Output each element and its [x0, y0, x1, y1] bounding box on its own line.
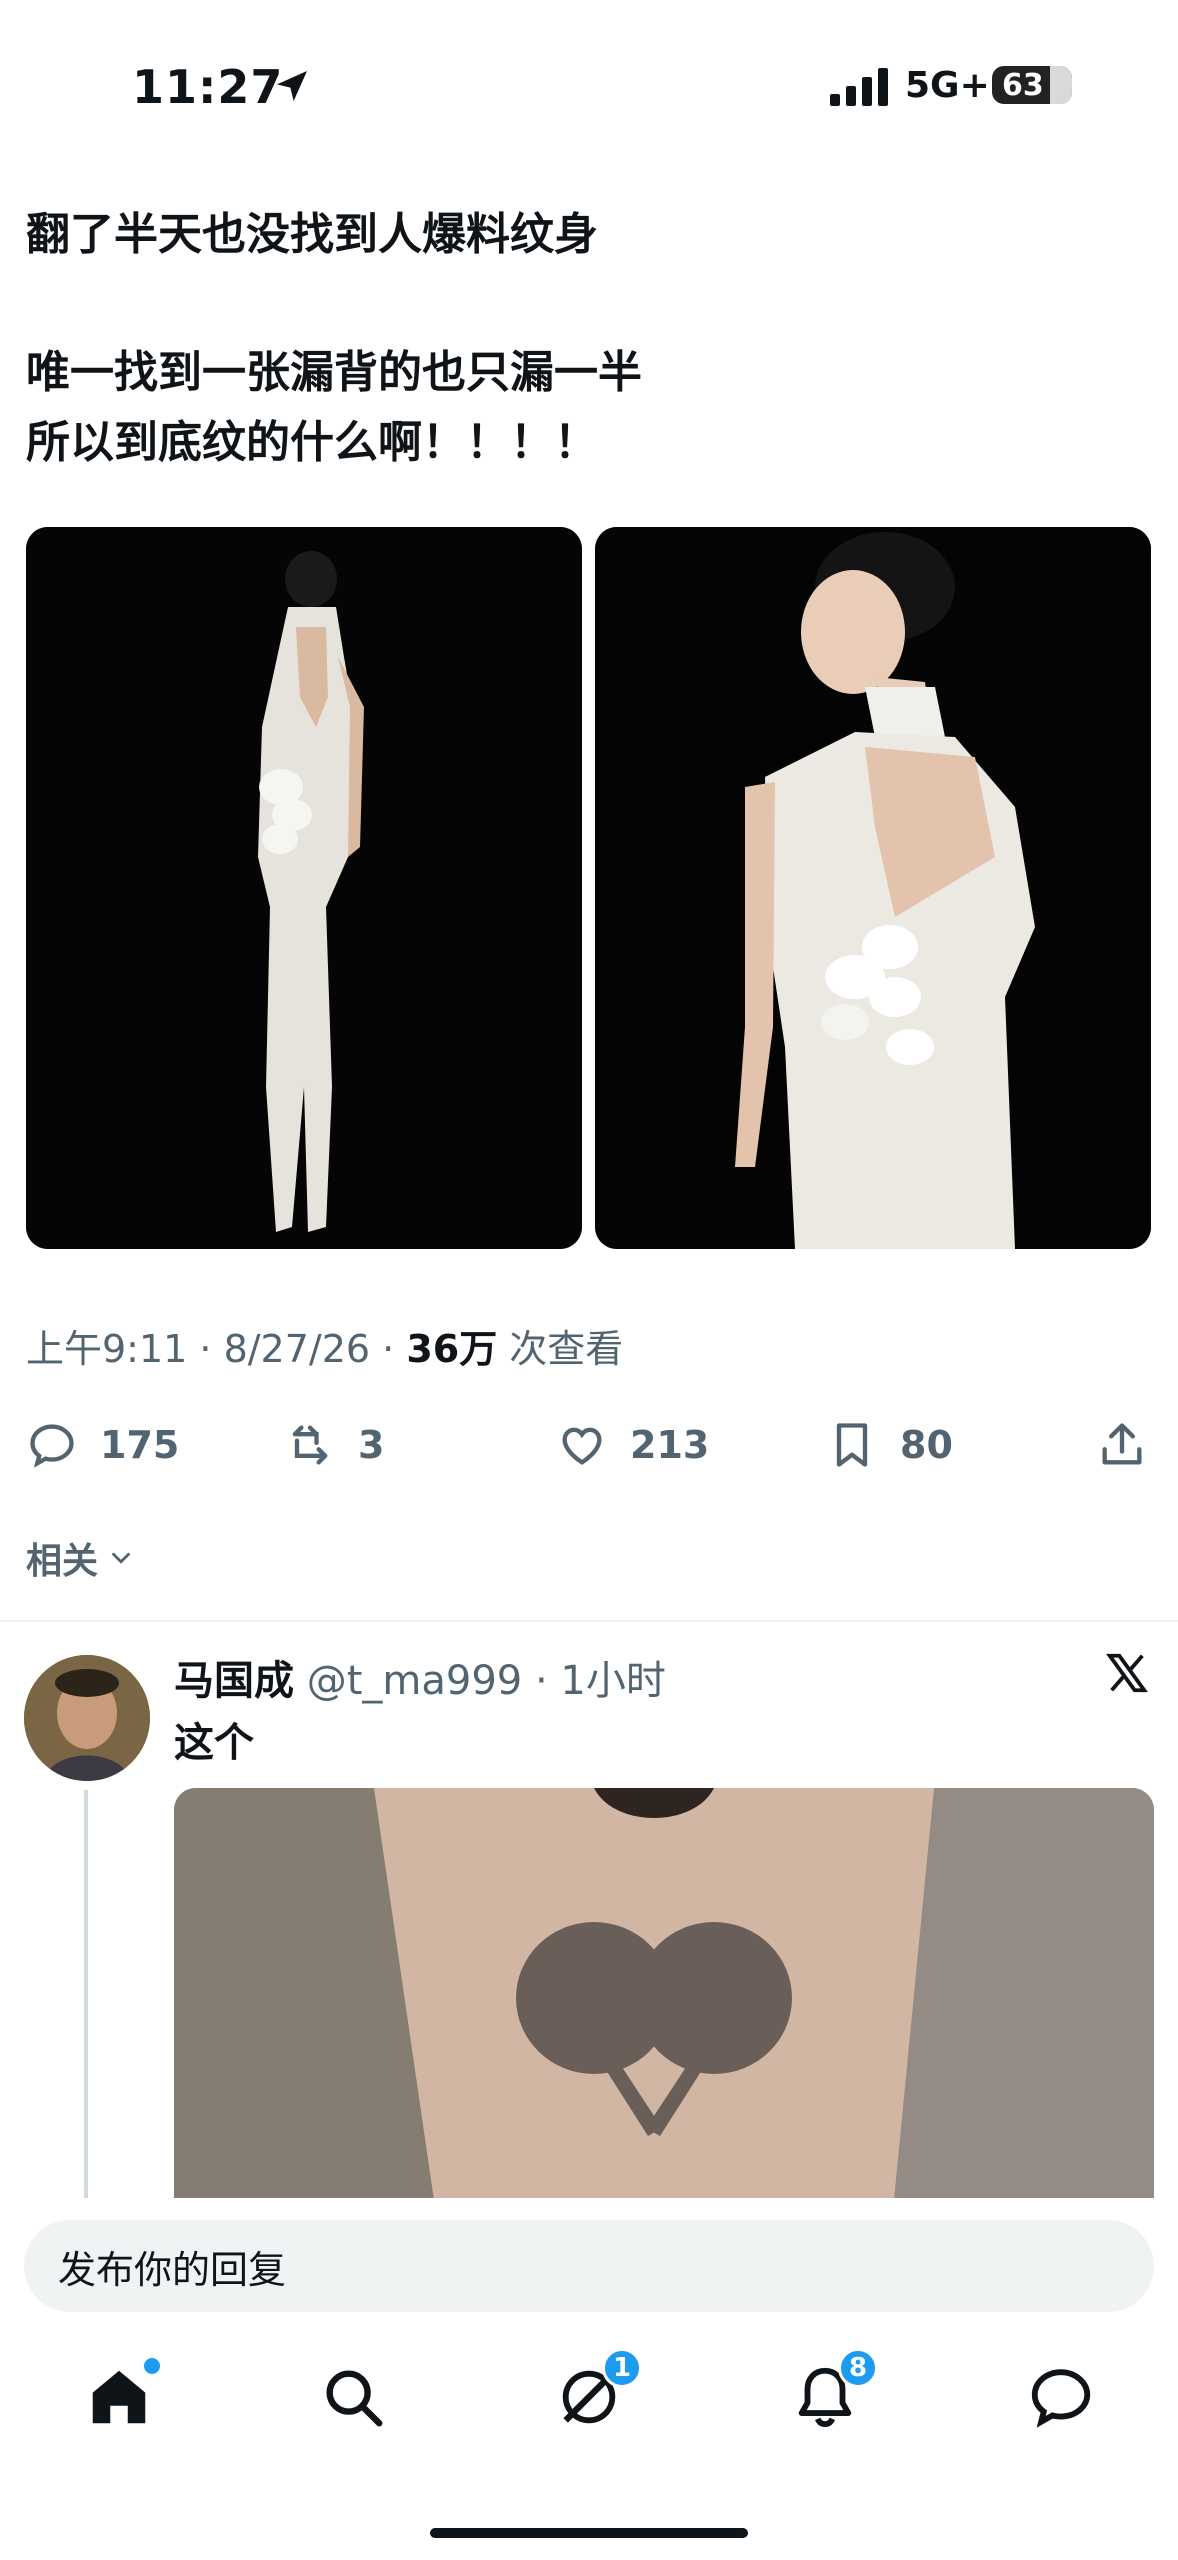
divider — [0, 1620, 1178, 1622]
reply-icon — [30, 1424, 74, 1468]
tweet-line: 翻了半天也没找到人爆料纹身 — [26, 209, 598, 260]
tab-notifications[interactable]: 8 — [790, 2348, 878, 2432]
share-icon — [1102, 1423, 1142, 1465]
home-unread-dot — [144, 2358, 160, 2374]
avatar[interactable] — [24, 1655, 150, 1781]
reply-input[interactable]: 发布你的回复 — [24, 2220, 1154, 2312]
grok-badge: 1 — [602, 2348, 642, 2388]
home-icon — [92, 2370, 146, 2424]
like-button[interactable]: 213 — [556, 1410, 709, 1480]
tab-messages[interactable] — [1026, 2362, 1096, 2432]
view-count: 36万 — [406, 1327, 498, 1371]
view-count-suffix: 次查看 — [497, 1327, 624, 1371]
tweet-text: 翻了半天也没找到人爆料纹身 唯一找到一张漏背的也只漏一半 所以到底纹的什么啊！！… — [26, 200, 1146, 478]
tweet-photo-1[interactable] — [26, 527, 582, 1249]
reply-author-handle[interactable]: @t_ma999 · 1小时 — [294, 1658, 666, 1704]
thread-line — [84, 1790, 88, 2200]
heart-icon — [562, 1427, 602, 1465]
bookmark-icon — [836, 1423, 868, 1467]
notifications-badge: 8 — [838, 2348, 878, 2388]
messages-icon — [1031, 2369, 1091, 2428]
status-bar: 11:27 5G+ 63 — [0, 0, 1178, 170]
tweet-timestamp: 上午9:11 · 8/27/26 · — [26, 1327, 407, 1371]
bookmark-count: 80 — [900, 1423, 953, 1467]
reply-header: 马国成 @t_ma999 · 1小时 — [174, 1648, 666, 1706]
related-label: 相关 — [26, 1541, 99, 1582]
home-indicator — [430, 2528, 748, 2538]
reply-count: 175 — [100, 1423, 180, 1467]
reply-text: 这个 — [174, 1720, 254, 1766]
tweet-photo-2[interactable] — [595, 527, 1151, 1249]
retweet-button[interactable]: 3 — [284, 1410, 384, 1480]
tweet-line: 唯一找到一张漏背的也只漏一半 — [26, 347, 642, 398]
reply-author-name[interactable]: 马国成 — [174, 1658, 294, 1704]
bookmark-button[interactable]: 80 — [826, 1410, 953, 1480]
tab-grok[interactable]: 1 — [554, 2348, 642, 2432]
x-logo-icon — [1104, 1650, 1150, 1696]
chevron-down-icon — [112, 1552, 130, 1564]
network-type: 5G+ — [905, 65, 990, 106]
tab-search[interactable] — [318, 2362, 388, 2432]
tweet-actions: 175 3 213 80 — [0, 1410, 1178, 1480]
cellular-signal-icon — [830, 68, 892, 106]
reply-button[interactable]: 175 — [26, 1410, 179, 1480]
search-icon — [326, 2370, 383, 2427]
status-time: 11:27 — [132, 60, 284, 114]
tweet-line: 所以到底纹的什么啊！！！！ — [26, 417, 598, 468]
related-toggle[interactable]: 相关 — [26, 1532, 136, 1584]
retweet-icon — [292, 1425, 328, 1465]
battery-icon: 63 — [992, 66, 1072, 104]
tweet-meta: 上午9:11 · 8/27/26 · 36万 次查看 — [26, 1318, 623, 1373]
reply-photo[interactable] — [174, 1788, 1154, 2200]
tab-home[interactable] — [84, 2358, 160, 2432]
like-count: 213 — [630, 1423, 710, 1467]
location-arrow-icon — [272, 66, 312, 106]
share-button[interactable] — [1096, 1410, 1148, 1480]
retweet-count: 3 — [358, 1423, 385, 1467]
battery-level: 63 — [1002, 67, 1044, 103]
